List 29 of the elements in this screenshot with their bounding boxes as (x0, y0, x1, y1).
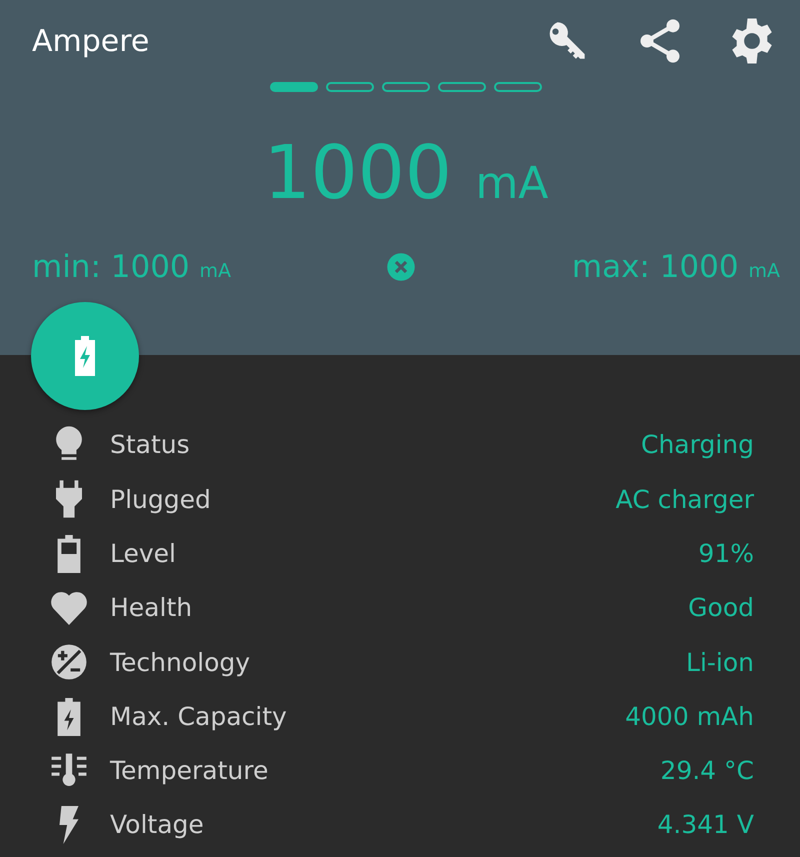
detail-value: Li-ion (686, 646, 754, 679)
detail-label: Status (110, 429, 191, 462)
max-reading: max: 1000 mA (572, 248, 780, 287)
detail-value: Charging (641, 429, 754, 462)
page-indicator[interactable] (438, 82, 486, 92)
heart-icon (50, 589, 88, 628)
page-indicator[interactable] (270, 82, 318, 92)
detail-label: Max. Capacity (110, 700, 288, 733)
detail-value: 91% (698, 538, 754, 570)
battery-charging-icon (73, 336, 97, 376)
min-reading: min: 1000 mA (32, 248, 232, 287)
page-indicator[interactable] (382, 82, 430, 92)
app-title: Ampere (32, 22, 150, 60)
detail-value: 29.4 °C (660, 755, 754, 788)
detail-value: AC charger (616, 484, 754, 516)
detail-label: Level (110, 538, 177, 570)
current-reading: 1000 mA (262, 136, 550, 210)
detail-value: 4000 mAh (625, 700, 754, 733)
plus-minus-icon (50, 643, 88, 682)
detail-value: 4.341 V (657, 809, 754, 842)
detail-label: Health (110, 592, 194, 624)
detail-label: Technology (110, 646, 252, 679)
clear-icon[interactable] (386, 252, 416, 282)
page-indicator[interactable] (326, 82, 374, 92)
detail-label: Plugged (110, 484, 212, 516)
detail-label: Voltage (110, 809, 205, 842)
detail-value: Good (688, 592, 754, 624)
page-indicator[interactable] (494, 82, 542, 92)
detail-label: Temperature (110, 755, 270, 788)
